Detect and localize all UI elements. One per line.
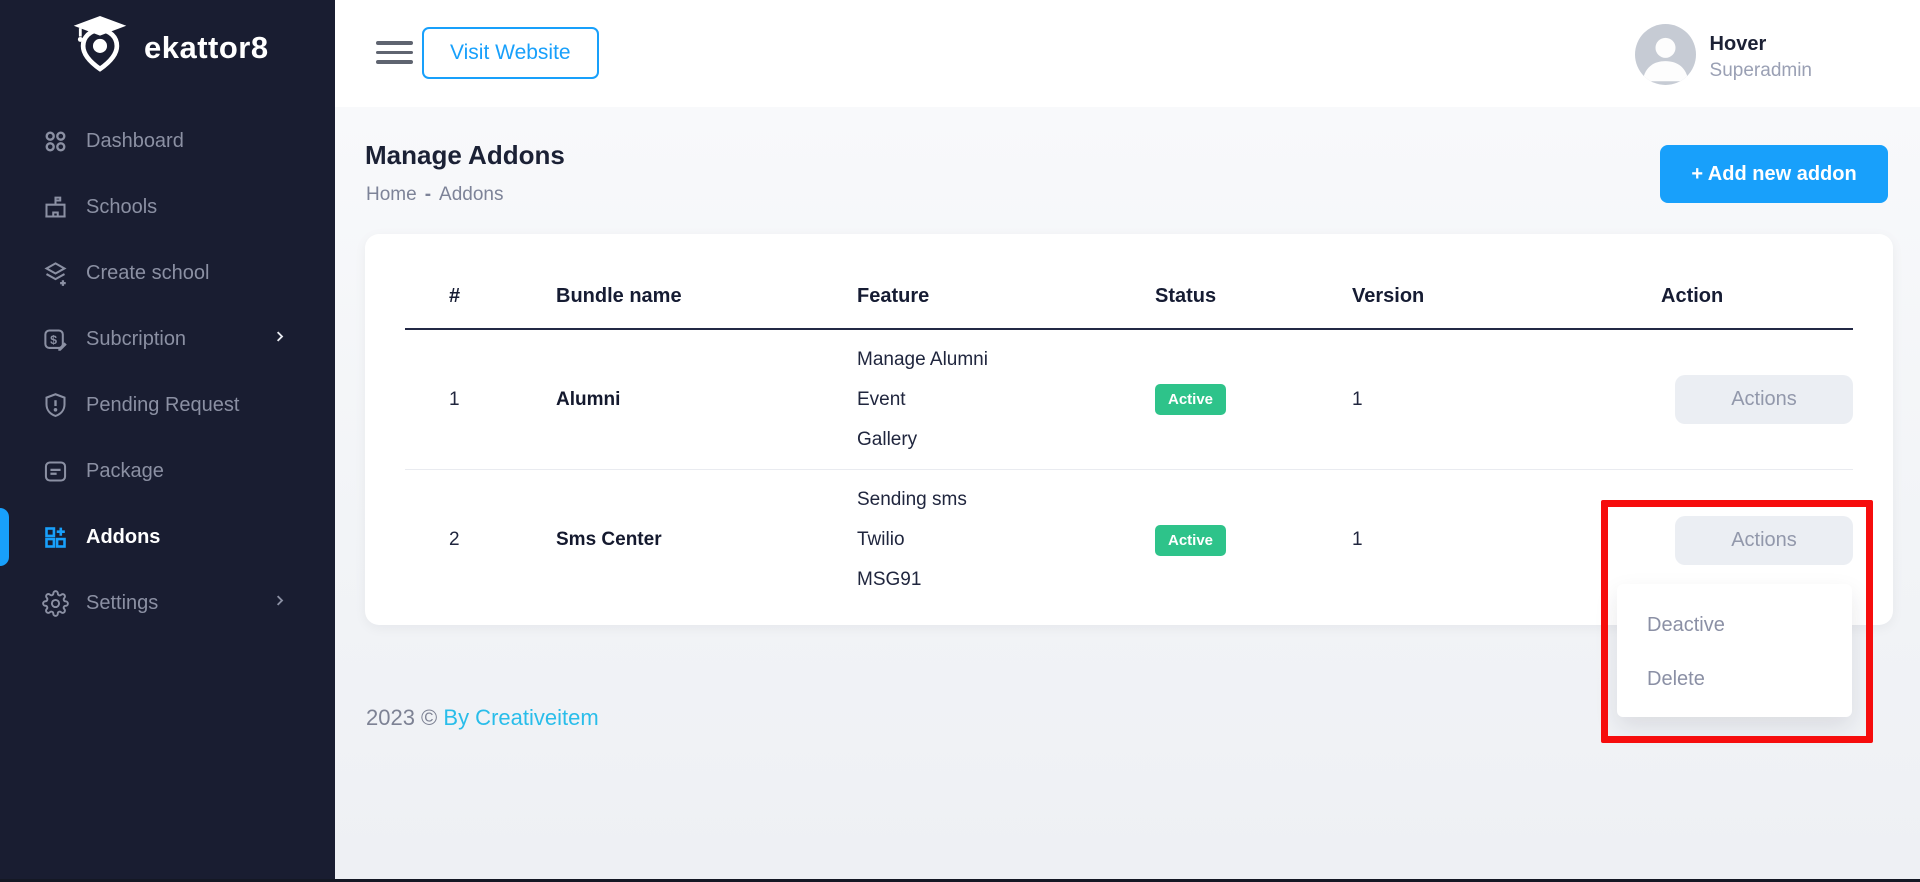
footer-brand-link[interactable]: By Creativeitem <box>443 705 598 730</box>
school-building-icon <box>42 194 69 221</box>
row-number: 1 <box>449 389 556 411</box>
main-content: Manage Addons Home-Addons + Add new addo… <box>335 107 1920 882</box>
column-header-status: Status <box>1155 285 1352 308</box>
sidebar-item-label: Subcription <box>86 328 186 351</box>
sidebar-item-label: Create school <box>86 262 209 285</box>
actions-dropdown-menu: Deactive Delete <box>1617 584 1852 717</box>
add-new-addon-button[interactable]: + Add new addon <box>1660 145 1888 203</box>
gear-icon <box>42 590 69 617</box>
footer-copyright: 2023 © By Creativeitem <box>366 705 599 731</box>
sidebar: ekattor8 Dashboard Schools <box>0 0 335 882</box>
row-number: 2 <box>449 529 556 551</box>
status-badge: Active <box>1155 384 1226 415</box>
feature-item: Sending sms <box>857 480 1155 520</box>
table-row: 1 Alumni Manage Alumni Event Gallery Act… <box>405 330 1853 470</box>
column-header-num: # <box>449 285 556 308</box>
column-header-action: Action <box>1661 285 1853 308</box>
feature-item: Twilio <box>857 520 1155 560</box>
breadcrumb-home-link[interactable]: Home <box>366 184 417 205</box>
user-menu[interactable]: Hover Superadmin <box>1635 24 1812 90</box>
version-value: 1 <box>1352 529 1661 551</box>
sidebar-item-addons[interactable]: Addons <box>0 504 335 570</box>
chevron-right-icon <box>272 329 287 349</box>
sidebar-item-schools[interactable]: Schools <box>0 174 335 240</box>
avatar <box>1635 24 1696 90</box>
dropdown-item-deactive[interactable]: Deactive <box>1647 614 1725 637</box>
addons-table-card: # Bundle name Feature Status Version Act… <box>365 234 1893 625</box>
sidebar-item-label: Addons <box>86 526 160 549</box>
feature-item: Event <box>857 380 1155 420</box>
sidebar-item-label: Dashboard <box>86 130 184 153</box>
shield-alert-icon <box>42 392 69 419</box>
feature-item: Manage Alumni <box>857 340 1155 380</box>
breadcrumb: Home-Addons <box>366 184 503 206</box>
grid-plus-icon <box>42 524 69 551</box>
column-header-bundle-name: Bundle name <box>556 285 857 308</box>
footer-year: 2023 © <box>366 705 437 730</box>
sidebar-item-create-school[interactable]: Create school <box>0 240 335 306</box>
topbar: Visit Website Hover Superadmin <box>335 0 1920 107</box>
page-title: Manage Addons <box>365 140 565 171</box>
sidebar-item-label: Settings <box>86 592 158 615</box>
dropdown-item-delete[interactable]: Delete <box>1647 668 1705 691</box>
actions-dropdown-button[interactable]: Actions <box>1675 516 1853 565</box>
window-list-icon <box>42 458 69 485</box>
visit-website-button[interactable]: Visit Website <box>422 27 599 79</box>
bundle-name: Alumni <box>556 389 857 411</box>
dollar-card-icon: $ <box>42 326 69 353</box>
sidebar-item-label: Schools <box>86 196 157 219</box>
feature-list: Manage Alumni Event Gallery <box>857 340 1155 460</box>
layers-plus-icon <box>42 260 69 287</box>
svg-text:$: $ <box>50 333 57 347</box>
user-name: Hover <box>1710 33 1812 56</box>
version-value: 1 <box>1352 389 1661 411</box>
graduation-pin-logo-icon <box>70 14 130 81</box>
breadcrumb-separator: - <box>425 184 431 205</box>
user-role: Superadmin <box>1710 60 1812 82</box>
sidebar-item-label: Pending Request <box>86 394 239 417</box>
sidebar-item-settings[interactable]: Settings <box>0 570 335 636</box>
logo-text: ekattor8 <box>144 30 269 66</box>
app-logo[interactable]: ekattor8 <box>70 14 269 81</box>
sidebar-item-package[interactable]: Package <box>0 438 335 504</box>
column-header-version: Version <box>1352 285 1661 308</box>
bundle-name: Sms Center <box>556 529 857 551</box>
dashboard-grid-icon <box>42 128 69 155</box>
sidebar-item-pending-request[interactable]: Pending Request <box>0 372 335 438</box>
column-header-feature: Feature <box>857 285 1155 308</box>
status-badge: Active <box>1155 525 1226 556</box>
sidebar-item-label: Package <box>86 460 164 483</box>
sidebar-item-subcription[interactable]: $ Subcription <box>0 306 335 372</box>
chevron-right-icon <box>272 593 287 613</box>
hamburger-menu-icon[interactable] <box>376 41 413 70</box>
actions-dropdown-button[interactable]: Actions <box>1675 375 1853 424</box>
sidebar-item-dashboard[interactable]: Dashboard <box>0 108 335 174</box>
feature-list: Sending sms Twilio MSG91 <box>857 480 1155 600</box>
sidebar-nav: Dashboard Schools Create school <box>0 108 335 636</box>
table-header-row: # Bundle name Feature Status Version Act… <box>405 234 1853 330</box>
feature-item: MSG91 <box>857 560 1155 600</box>
breadcrumb-current: Addons <box>439 184 503 205</box>
feature-item: Gallery <box>857 420 1155 460</box>
